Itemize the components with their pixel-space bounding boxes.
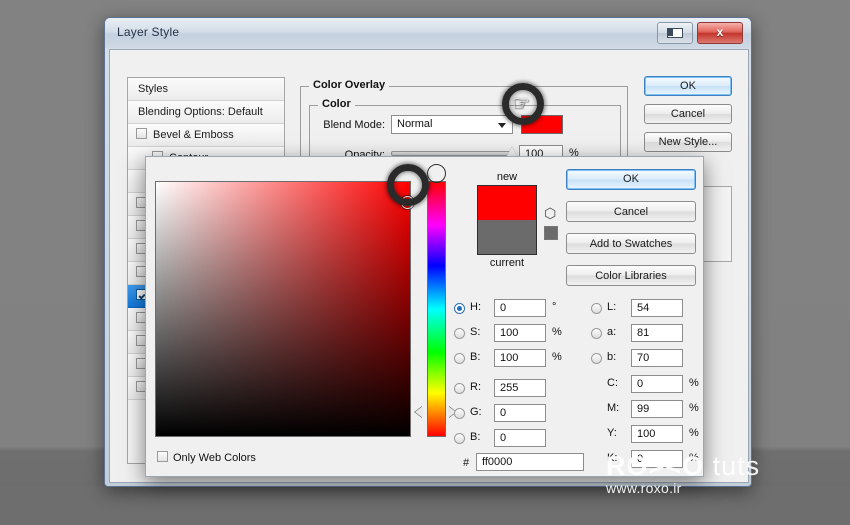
lab-input-a[interactable]: 81 [631, 324, 683, 342]
hsb-input-S[interactable]: 100 [494, 324, 546, 342]
hsb-input-B[interactable]: 100 [494, 349, 546, 367]
cmyk-label-Y: Y: [607, 427, 617, 439]
rgb-input-B[interactable]: 0 [494, 429, 546, 447]
cmyk-label-M: M: [607, 402, 620, 414]
watermark: RO><O tuts www.roxo.ir [606, 452, 760, 496]
rgb-label-G: G: [470, 406, 482, 418]
watermark-brand: RO><O tuts [606, 452, 760, 480]
blend-mode-label: Blend Mode: [323, 119, 385, 131]
radio-lab-L[interactable] [591, 303, 602, 314]
color-picker-cancel-button[interactable]: Cancel [566, 201, 696, 222]
hue-slider[interactable] [427, 181, 446, 437]
watermark-url: www.roxo.ir [606, 480, 682, 496]
only-web-colors-label: Only Web Colors [173, 452, 256, 464]
cmyk-unit-M: % [689, 402, 699, 414]
watermark-brand-bold: RO><O [606, 451, 705, 481]
color-subgroup-legend: Color [318, 98, 355, 110]
lab-label-b: b: [607, 351, 617, 363]
radio-lab-a[interactable] [591, 328, 602, 339]
hsb-input-H[interactable]: 0 [494, 299, 546, 317]
radio-hsb-H[interactable] [454, 303, 465, 314]
hsb-label-H: H: [470, 301, 481, 313]
current-color-label: current [489, 257, 525, 269]
sidebar-item-bevel-emboss[interactable]: Bevel & Emboss [128, 124, 284, 147]
hsb-label-S: S: [470, 326, 481, 338]
non-web-safe-icon[interactable] [544, 226, 558, 240]
new-style-button[interactable]: New Style... [644, 132, 732, 152]
rgb-label-R: R: [470, 381, 481, 393]
radio-lab-b[interactable] [591, 353, 602, 364]
cmyk-input-M[interactable]: 99 [631, 400, 683, 418]
radio-hsb-S[interactable] [454, 328, 465, 339]
hsb-unit-S: % [552, 326, 562, 338]
layer-style-ok-button[interactable]: OK [644, 76, 732, 96]
hex-hash-label: # [463, 457, 470, 469]
saturation-brightness-field[interactable] [155, 181, 414, 437]
chevron-down-icon [498, 123, 506, 128]
watermark-brand-light: tuts [712, 451, 761, 481]
window-title: Layer Style [117, 25, 180, 39]
blend-mode-value: Normal [397, 118, 433, 130]
lab-label-a: a: [607, 326, 617, 338]
hsb-label-B: B: [470, 351, 481, 363]
hand-cursor-icon: ☞ [512, 93, 530, 115]
blend-mode-select[interactable]: Normal [391, 115, 513, 134]
hue-slider-arrow-left[interactable] [415, 406, 423, 418]
cmyk-input-Y[interactable]: 100 [631, 425, 683, 443]
radio-rgb-R[interactable] [454, 383, 465, 394]
radio-rgb-G[interactable] [454, 408, 465, 419]
current-color-swatch[interactable] [478, 220, 536, 254]
sidebar-item-label: Bevel & Emboss [153, 129, 234, 141]
hsb-unit-H: ° [552, 301, 557, 313]
new-color-swatch[interactable] [478, 186, 536, 220]
sidebar-item-styles[interactable]: Styles [128, 78, 284, 101]
cmyk-label-C: C: [607, 377, 618, 389]
rgb-input-R[interactable]: 255 [494, 379, 546, 397]
sidebar-item-blending-options-default[interactable]: Blending Options: Default [128, 101, 284, 124]
sidebar-item-label: Blending Options: Default [138, 106, 263, 118]
close-window-button[interactable]: x [697, 22, 743, 44]
cmyk-unit-Y: % [689, 427, 699, 439]
color-comparison-swatch [477, 185, 537, 255]
rgb-input-G[interactable]: 0 [494, 404, 546, 422]
restore-icon [667, 28, 683, 38]
lab-input-b[interactable]: 70 [631, 349, 683, 367]
rgb-label-B: B: [470, 431, 481, 443]
radio-hsb-B[interactable] [454, 353, 465, 364]
cursor-highlight-ring-picker [387, 164, 429, 206]
hsb-unit-B: % [552, 351, 562, 363]
lab-input-L[interactable]: 54 [631, 299, 683, 317]
only-web-colors-checkbox[interactable]: Only Web Colors [157, 451, 256, 465]
cursor-trail-circle [427, 164, 446, 183]
color-overlay-legend: Color Overlay [309, 79, 390, 91]
out-of-gamut-warning-icon[interactable]: ⬡ [544, 206, 559, 221]
checkbox-icon[interactable] [136, 128, 147, 139]
cmyk-input-C[interactable]: 0 [631, 375, 683, 393]
checkbox-icon [157, 451, 168, 462]
restore-window-button[interactable] [657, 22, 693, 44]
color-libraries-button[interactable]: Color Libraries [566, 265, 696, 286]
cmyk-unit-C: % [689, 377, 699, 389]
new-color-label: new [496, 171, 518, 183]
color-picker-dialog: new current ⬡ OK Cancel Add to Swatches … [145, 156, 704, 477]
hex-input[interactable]: ff0000 [476, 453, 584, 471]
radio-rgb-B[interactable] [454, 433, 465, 444]
add-to-swatches-button[interactable]: Add to Swatches [566, 233, 696, 254]
sidebar-item-label: Styles [138, 83, 168, 95]
layer-style-cancel-button[interactable]: Cancel [644, 104, 732, 124]
color-picker-ok-button[interactable]: OK [566, 169, 696, 190]
lab-label-L: L: [607, 301, 617, 313]
title-bar: Layer Style x [105, 18, 751, 48]
